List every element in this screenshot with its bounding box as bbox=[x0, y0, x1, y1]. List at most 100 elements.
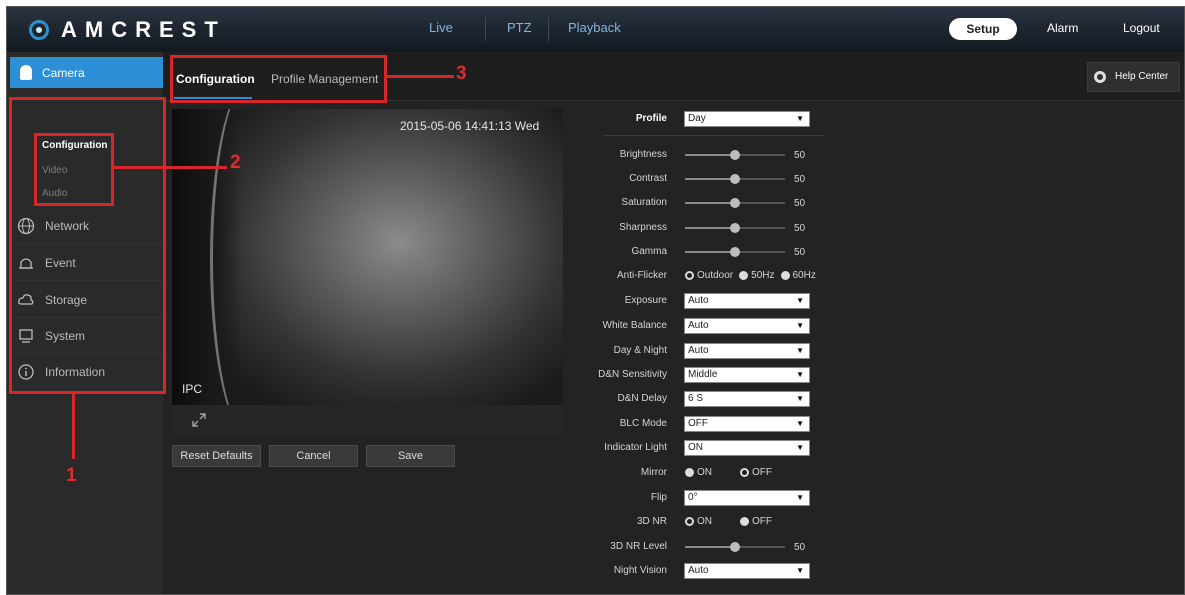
dropdown-arrow-icon: ▼ bbox=[796, 370, 804, 379]
sidebar-item-camera[interactable]: Camera bbox=[10, 57, 163, 88]
profile-value: Day bbox=[688, 113, 706, 124]
radio-outdoor[interactable] bbox=[685, 271, 694, 280]
alarm-link[interactable]: Alarm bbox=[1047, 21, 1078, 35]
dropdown-arrow-icon: ▼ bbox=[796, 114, 804, 123]
flip-select[interactable]: 0° ▼ bbox=[684, 490, 810, 506]
radio-off[interactable] bbox=[740, 468, 749, 477]
blc-mode-select[interactable]: OFF ▼ bbox=[684, 416, 810, 432]
saturation-value: 50 bbox=[794, 198, 806, 209]
slider-handle[interactable] bbox=[730, 223, 740, 233]
blc-mode-value: OFF bbox=[688, 418, 708, 429]
dropdown-arrow-icon: ▼ bbox=[796, 566, 804, 575]
radio-50hz[interactable] bbox=[739, 271, 749, 280]
radio-label: ON bbox=[697, 467, 712, 478]
annotation-box-2 bbox=[34, 133, 114, 206]
profile-select[interactable]: Day ▼ bbox=[684, 111, 810, 127]
radio-on[interactable] bbox=[685, 517, 694, 526]
nav-divider bbox=[548, 17, 549, 41]
white-balance-value: Auto bbox=[688, 320, 709, 331]
flip-label: Flip bbox=[650, 492, 667, 503]
nav-ptz[interactable]: PTZ bbox=[507, 20, 532, 35]
slider-handle[interactable] bbox=[730, 198, 740, 208]
nav-divider bbox=[485, 17, 486, 41]
dropdown-arrow-icon: ▼ bbox=[796, 443, 804, 452]
mirror-radio-group: ON OFF bbox=[685, 467, 778, 478]
brightness-value: 50 bbox=[794, 150, 806, 161]
night-vision-select[interactable]: Auto ▼ bbox=[684, 563, 810, 579]
dn-sensitivity-value: Middle bbox=[688, 369, 718, 380]
profile-label: Profile bbox=[635, 113, 667, 124]
3d-nr-radio-group: ON OFF bbox=[685, 516, 778, 527]
nav-live[interactable]: Live bbox=[429, 20, 453, 35]
divider bbox=[603, 135, 825, 136]
radio-label: 60Hz bbox=[792, 270, 816, 281]
cancel-button[interactable]: Cancel bbox=[269, 445, 358, 467]
help-center-button[interactable]: Help Center bbox=[1087, 62, 1180, 92]
sharpness-slider[interactable] bbox=[685, 223, 785, 233]
brightness-label: Brightness bbox=[619, 149, 667, 160]
day-night-select[interactable]: Auto ▼ bbox=[684, 343, 810, 359]
contrast-label: Contrast bbox=[629, 173, 667, 184]
gamma-slider[interactable] bbox=[685, 247, 785, 257]
day-night-label: Day & Night bbox=[613, 345, 667, 356]
brand-logo: AMCREST bbox=[29, 17, 226, 43]
dn-delay-select[interactable]: 6 S ▼ bbox=[684, 391, 810, 407]
gear-icon bbox=[1094, 71, 1106, 83]
video-toolbar bbox=[172, 405, 563, 435]
slider-handle[interactable] bbox=[730, 542, 740, 552]
slider-fill bbox=[685, 546, 735, 548]
slider-handle[interactable] bbox=[730, 247, 740, 257]
slider-handle[interactable] bbox=[730, 174, 740, 184]
indicator-light-select[interactable]: ON ▼ bbox=[684, 440, 810, 456]
dropdown-arrow-icon: ▼ bbox=[796, 394, 804, 403]
slider-fill bbox=[685, 227, 735, 229]
saturation-slider[interactable] bbox=[685, 198, 785, 208]
slider-handle[interactable] bbox=[730, 150, 740, 160]
fullscreen-icon[interactable] bbox=[191, 412, 207, 428]
video-timestamp: 2015-05-06 14:41:13 Wed bbox=[400, 119, 540, 133]
annotation-box-3 bbox=[170, 55, 387, 103]
dropdown-arrow-icon: ▼ bbox=[796, 493, 804, 502]
annotation-line-1 bbox=[72, 394, 75, 459]
sidebar-item-label: Camera bbox=[42, 66, 85, 80]
radio-on[interactable] bbox=[685, 468, 694, 477]
annotation-line-2 bbox=[114, 166, 227, 169]
exposure-select[interactable]: Auto ▼ bbox=[684, 293, 810, 309]
radio-60hz[interactable] bbox=[780, 271, 790, 280]
exposure-value: Auto bbox=[688, 295, 709, 306]
nav-playback[interactable]: Playback bbox=[568, 20, 621, 35]
reset-defaults-button[interactable]: Reset Defaults bbox=[172, 445, 261, 467]
save-button[interactable]: Save bbox=[366, 445, 455, 467]
dropdown-arrow-icon: ▼ bbox=[796, 296, 804, 305]
saturation-label: Saturation bbox=[621, 197, 667, 208]
brand-name: AMCREST bbox=[61, 17, 226, 42]
radio-label: ON bbox=[697, 516, 712, 527]
brightness-slider[interactable] bbox=[685, 150, 785, 160]
radio-label: Outdoor bbox=[697, 270, 734, 281]
sharpness-value: 50 bbox=[794, 223, 806, 234]
annotation-line-3 bbox=[387, 75, 454, 78]
white-balance-select[interactable]: Auto ▼ bbox=[684, 318, 810, 334]
dn-sensitivity-label: D&N Sensitivity bbox=[598, 369, 667, 380]
sharpness-label: Sharpness bbox=[619, 222, 667, 233]
flip-value: 0° bbox=[688, 492, 698, 503]
exposure-label: Exposure bbox=[624, 295, 667, 306]
contrast-slider[interactable] bbox=[685, 174, 785, 184]
night-vision-label: Night Vision bbox=[613, 565, 667, 576]
gamma-label: Gamma bbox=[631, 246, 667, 257]
dn-delay-label: D&N Delay bbox=[617, 393, 667, 404]
3d-nr-level-slider[interactable] bbox=[685, 542, 785, 552]
logout-link[interactable]: Logout bbox=[1123, 21, 1160, 35]
amcrest-logo-icon bbox=[29, 20, 49, 40]
video-edge-highlight bbox=[210, 109, 293, 405]
radio-label: 50Hz bbox=[751, 270, 775, 281]
slider-fill bbox=[685, 251, 735, 253]
radio-off[interactable] bbox=[740, 517, 749, 526]
dropdown-arrow-icon: ▼ bbox=[796, 346, 804, 355]
white-balance-label: White Balance bbox=[602, 320, 667, 331]
setup-button[interactable]: Setup bbox=[949, 18, 1017, 40]
3d-nr-level-value: 50 bbox=[794, 542, 806, 553]
dn-sensitivity-select[interactable]: Middle ▼ bbox=[684, 367, 810, 383]
annotation-number-2: 2 bbox=[230, 152, 241, 173]
gamma-value: 50 bbox=[794, 247, 806, 258]
